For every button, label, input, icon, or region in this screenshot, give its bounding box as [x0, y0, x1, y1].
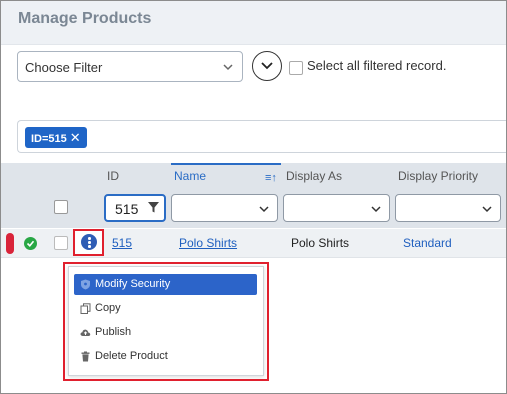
close-icon[interactable]: ✕ — [70, 130, 81, 145]
filter-chip-label: ID=515 — [31, 133, 67, 145]
chevron-down-icon — [223, 64, 233, 71]
page-header: Manage Products — [1, 1, 506, 45]
display-as-filter-select[interactable] — [283, 194, 390, 222]
id-filter-input[interactable]: 515 — [104, 194, 166, 222]
filter-icon[interactable] — [147, 201, 160, 214]
row-name-link[interactable]: Polo Shirts — [179, 236, 237, 250]
select-all-label: Select all filtered record. — [307, 58, 447, 73]
active-filters-bar: ID=515 ✕ — [17, 120, 506, 153]
id-filter-value: 515 — [115, 201, 139, 217]
kebab-menu-icon[interactable] — [81, 234, 97, 250]
table-header: ID Name ≡↑ Display As Display Priority 5… — [1, 163, 506, 228]
chevron-down-icon — [261, 62, 273, 70]
expand-filter-button[interactable] — [252, 51, 282, 81]
filter-select-label: Choose Filter — [25, 60, 103, 75]
row-display-priority: Standard — [403, 236, 452, 250]
active-column-indicator — [171, 163, 281, 165]
filter-select[interactable]: Choose Filter — [17, 51, 243, 82]
row-id-link[interactable]: 515 — [112, 236, 132, 250]
sort-ascending-icon[interactable]: ≡↑ — [265, 172, 277, 184]
column-header-name[interactable]: Name — [174, 169, 206, 183]
filter-chip[interactable]: ID=515 ✕ — [25, 127, 87, 148]
row-checkbox[interactable] — [54, 236, 68, 250]
page-title: Manage Products — [18, 10, 152, 27]
row-status-marker — [6, 233, 14, 254]
chevron-down-icon — [371, 206, 381, 213]
column-header-display-priority[interactable]: Display Priority — [398, 169, 478, 183]
display-priority-filter-select[interactable] — [395, 194, 501, 222]
menu-highlight — [63, 262, 269, 381]
column-header-display-as[interactable]: Display As — [286, 169, 342, 183]
check-circle-icon — [24, 237, 37, 250]
chevron-down-icon — [259, 206, 269, 213]
chevron-down-icon — [482, 206, 492, 213]
select-all-checkbox[interactable] — [289, 61, 303, 75]
table-row[interactable]: 515 Polo Shirts Polo Shirts Standard — [1, 229, 506, 258]
header-checkbox[interactable] — [54, 200, 68, 214]
row-actions-highlight — [73, 229, 104, 256]
name-filter-select[interactable] — [171, 194, 278, 222]
row-display-as: Polo Shirts — [291, 236, 350, 250]
column-header-id[interactable]: ID — [107, 169, 119, 183]
